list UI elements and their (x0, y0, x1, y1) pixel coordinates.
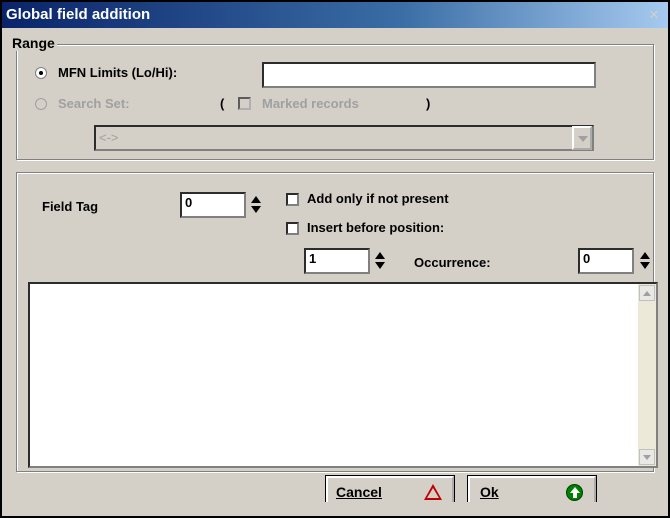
search-set-combo[interactable]: <-> (94, 125, 594, 151)
field-tag-spinner[interactable] (250, 194, 262, 216)
spinner-down-icon[interactable] (250, 205, 262, 216)
close-paren: ) (426, 96, 431, 111)
dialog-window: Global field addition × Range MFN Limits… (0, 0, 670, 518)
search-set-radio[interactable] (35, 98, 47, 110)
marked-records-checkbox[interactable] (238, 97, 251, 110)
position-spinner[interactable] (374, 250, 386, 272)
insert-before-checkbox[interactable] (286, 222, 299, 235)
up-arrow-circle-icon (566, 484, 583, 501)
mfn-limits-label: MFN Limits (Lo/Hi): (58, 65, 178, 80)
occurrence-input[interactable]: 0 (578, 248, 634, 274)
vertical-scrollbar[interactable] (638, 284, 656, 466)
title-bar: Global field addition × (2, 2, 668, 28)
occurrence-spinner[interactable] (639, 250, 651, 272)
spinner-up-icon[interactable] (639, 250, 651, 261)
add-only-label: Add only if not present (307, 191, 449, 206)
warning-icon (424, 484, 442, 500)
mfn-limits-input[interactable] (262, 62, 596, 88)
search-set-label: Search Set: (58, 96, 130, 111)
scroll-down-icon[interactable] (639, 449, 655, 465)
spinner-up-icon[interactable] (374, 250, 386, 261)
spinner-up-icon[interactable] (250, 194, 262, 205)
field-content-textarea[interactable] (28, 282, 658, 468)
occurrence-label: Occurrence: (414, 255, 491, 270)
window-title: Global field addition (6, 6, 151, 23)
insert-before-label: Insert before position: (307, 220, 445, 235)
ok-button-label: Ok (480, 484, 499, 500)
field-tag-label: Field Tag (42, 199, 99, 214)
marked-records-label: Marked records (262, 96, 359, 111)
open-paren: ( (220, 96, 225, 111)
scroll-up-icon[interactable] (639, 285, 655, 301)
position-input[interactable]: 1 (304, 248, 370, 274)
search-set-dropdown-button[interactable] (572, 126, 592, 150)
close-icon[interactable]: × (644, 5, 664, 25)
range-group-label: Range (10, 35, 57, 51)
spinner-down-icon[interactable] (639, 261, 651, 272)
window-bottom-border (2, 502, 668, 516)
add-only-checkbox[interactable] (286, 193, 299, 206)
mfn-limits-radio[interactable] (35, 67, 47, 79)
field-tag-input[interactable]: 0 (180, 192, 246, 218)
cancel-button-label: Cancel (336, 484, 382, 500)
spinner-down-icon[interactable] (374, 261, 386, 272)
